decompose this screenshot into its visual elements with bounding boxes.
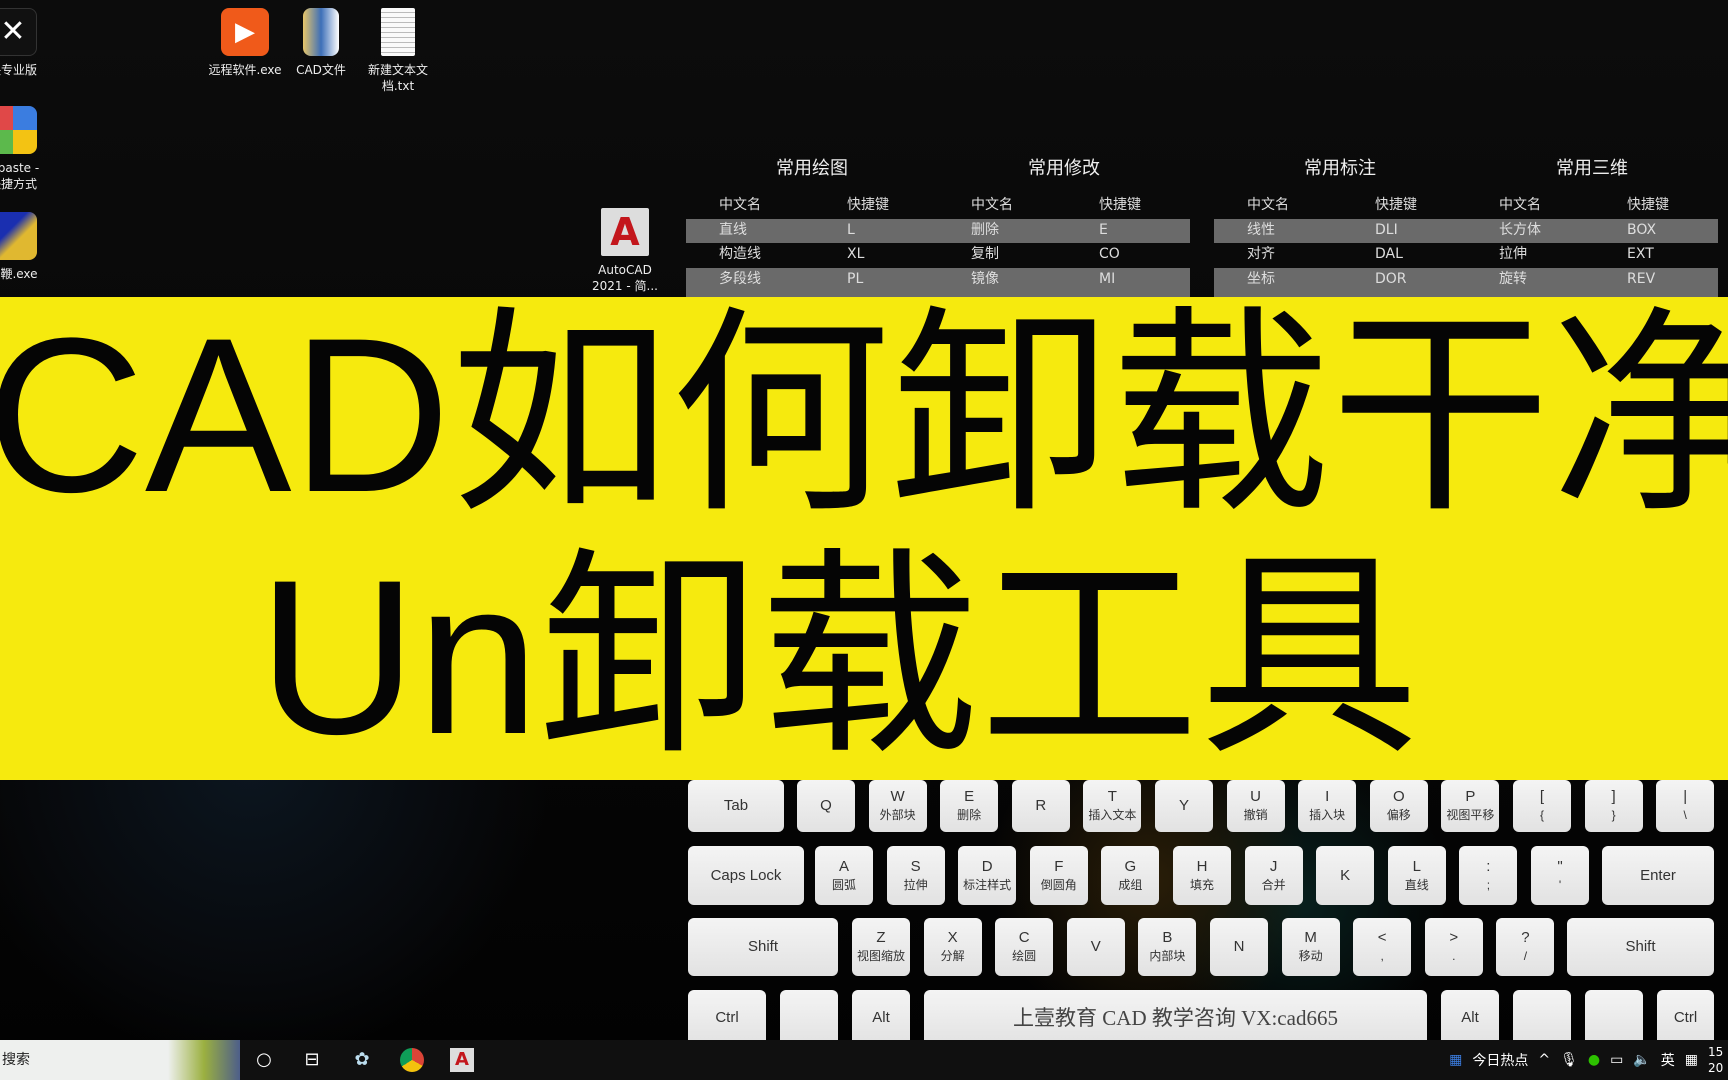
news-icon[interactable]: ▦	[1449, 1052, 1462, 1068]
key-i[interactable]: I 插入块	[1298, 780, 1357, 832]
clock[interactable]: 152023	[1708, 1044, 1724, 1076]
key-symbol[interactable]: [{	[1513, 780, 1571, 832]
table-title: 常用三维	[1556, 158, 1628, 179]
key-x[interactable]: X 分解	[923, 918, 982, 976]
table-header: 中文名 快捷键	[719, 197, 889, 213]
network-icon[interactable]: ▭	[1610, 1052, 1623, 1068]
key-symbol[interactable]: <,	[1353, 918, 1412, 976]
table-row: 线性 DLI	[1214, 218, 1466, 243]
key-e[interactable]: E 删除	[940, 780, 999, 832]
desktop-icon-jianying[interactable]: ✕映专业版	[0, 8, 58, 78]
autocad-taskbar-icon[interactable]: A	[450, 1048, 474, 1072]
keyboard-icon[interactable]: ▦	[1685, 1052, 1698, 1068]
key-r[interactable]: R	[1011, 780, 1070, 832]
key-q[interactable]: Q	[797, 780, 855, 832]
taskbar: 搜索 ○ ⊟ ✿ A ▦ 今日热点 ^ 🎙 ● ▭ 🔈 英 ▦ 152023	[0, 1040, 1728, 1080]
app-icon[interactable]: ✿	[350, 1048, 374, 1072]
key-symbol[interactable]: :;	[1459, 846, 1518, 905]
desktop-icon-autocad[interactable]: A AutoCAD 2021 - 简...	[580, 208, 670, 294]
key-c[interactable]: C 绘圆	[995, 918, 1054, 976]
table-row: 多段线 PL	[686, 267, 938, 292]
key-symbol[interactable]: >.	[1424, 918, 1483, 976]
key-ctrl[interactable]: Ctrl	[688, 990, 766, 1046]
key-p[interactable]: P 视图平移	[1441, 780, 1500, 832]
banner-line-2: Un卸载工具	[258, 534, 1420, 780]
key-a[interactable]: A 圆弧	[815, 846, 873, 905]
key-h[interactable]: H 填充	[1173, 846, 1231, 905]
table-row: 坐标 DOR	[1214, 267, 1466, 292]
table-row: 拉伸 EXT	[1499, 246, 1654, 262]
shortcut-table: 常用修改中文名 快捷键删除 E 复制 CO 镜像 MI	[938, 154, 1190, 317]
table-row: 删除 E	[938, 218, 1190, 243]
news-widget[interactable]: 今日热点	[1472, 1050, 1528, 1070]
key-z[interactable]: Z 视图缩放	[852, 918, 910, 976]
key-f[interactable]: F 倒圆角	[1029, 846, 1088, 905]
key-tab[interactable]: Tab	[688, 780, 784, 832]
shortcut-table: 常用标注中文名 快捷键线性 DLI 对齐 DAL 坐标 DOR	[1214, 154, 1466, 317]
table-header: 中文名 快捷键	[971, 197, 1141, 213]
banner-line-1: CAD如何卸载干净	[0, 297, 1728, 538]
title-banner: CAD如何卸载干净 Un卸载工具	[0, 297, 1728, 780]
key-symbol[interactable]: ]}	[1584, 780, 1643, 832]
table-row: 长方体 BOX	[1466, 218, 1718, 243]
key-blank[interactable]	[1513, 990, 1571, 1046]
key-b[interactable]: B 内部块	[1138, 918, 1197, 976]
key-ctrl[interactable]: Ctrl	[1657, 990, 1714, 1046]
key-symbol[interactable]: | \	[1656, 780, 1715, 832]
key-symbol[interactable]: " '	[1531, 846, 1589, 905]
desktop-icon-snipaste[interactable]: nipaste - 快捷方式	[0, 106, 58, 192]
chrome-icon[interactable]	[400, 1048, 424, 1072]
wechat-icon[interactable]: ●	[1588, 1052, 1600, 1068]
key-j[interactable]: J 合并	[1244, 846, 1303, 905]
key-symbol[interactable]: ? /	[1496, 918, 1555, 976]
key-l[interactable]: L 直线	[1387, 846, 1446, 905]
key-g[interactable]: G 成组	[1101, 846, 1160, 905]
table-row: 直线 L	[686, 218, 938, 243]
desktop-icon-text-file[interactable]: 新建文本文 档.txt	[353, 8, 443, 94]
key-v[interactable]: V	[1066, 918, 1125, 976]
ime-indicator[interactable]: 英	[1661, 1050, 1675, 1070]
microphone-icon[interactable]: 🎙	[1560, 1052, 1578, 1068]
key-shift[interactable]: Shift	[688, 918, 838, 976]
shortcut-table: 常用绘图中文名 快捷键直线 L 构造线 XL 多段线 PL	[686, 154, 938, 317]
key-y[interactable]: Y	[1155, 780, 1213, 832]
key-t[interactable]: T 插入文本	[1083, 780, 1142, 832]
cortana-icon[interactable]: ○	[252, 1048, 276, 1072]
key-capslock[interactable]: Caps Lock	[688, 846, 804, 905]
space-bar[interactable]: 上壹教育 CAD 教学咨询 VX:cad665	[924, 990, 1427, 1046]
table-row: 构造线 XL	[719, 246, 865, 262]
table-row: 复制 CO	[971, 246, 1120, 262]
table-title: 常用绘图	[776, 158, 848, 179]
table-title: 常用修改	[1028, 158, 1100, 179]
chevron-up-icon[interactable]: ^	[1538, 1052, 1550, 1068]
table-row: 镜像 MI	[938, 267, 1190, 292]
shortcut-table: 常用三维中文名 快捷键长方体 BOX 拉伸 EXT 旋转 REV	[1466, 154, 1718, 317]
task-view-icon[interactable]: ⊟	[300, 1048, 324, 1072]
key-blank[interactable]	[780, 990, 838, 1046]
table-title: 常用标注	[1304, 158, 1376, 179]
key-w[interactable]: W 外部块	[868, 780, 927, 832]
key-n[interactable]: N	[1210, 918, 1268, 976]
key-blank[interactable]	[1585, 990, 1643, 1046]
key-o[interactable]: O 偏移	[1369, 780, 1428, 832]
table-header: 中文名 快捷键	[1499, 197, 1669, 213]
table-row: 旋转 REV	[1466, 267, 1718, 292]
taskbar-search[interactable]: 搜索	[0, 1040, 240, 1080]
key-d[interactable]: D 标注样式	[958, 846, 1017, 905]
key-m[interactable]: M 移动	[1281, 918, 1340, 976]
desktop-icon-exe[interactable]: 数鞭.exe	[0, 212, 58, 282]
key-s[interactable]: S 拉伸	[886, 846, 945, 905]
table-header: 中文名 快捷键	[1247, 197, 1417, 213]
system-tray: ▦ 今日热点 ^ 🎙 ● ▭ 🔈 英 ▦ 152023	[1449, 1040, 1728, 1080]
key-u[interactable]: U 撤销	[1226, 780, 1285, 832]
volume-icon[interactable]: 🔈	[1633, 1052, 1650, 1068]
key-enter[interactable]: Enter	[1602, 846, 1714, 905]
key-shift[interactable]: Shift	[1567, 918, 1714, 976]
table-row: 对齐 DAL	[1247, 246, 1403, 262]
key-alt[interactable]: Alt	[1441, 990, 1499, 1046]
key-k[interactable]: K	[1316, 846, 1375, 905]
key-alt[interactable]: Alt	[852, 990, 910, 1046]
